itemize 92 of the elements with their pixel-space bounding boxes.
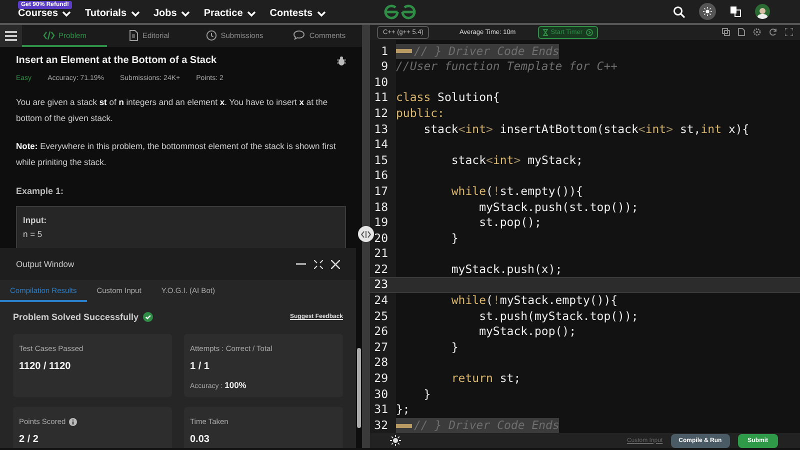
hourglass-icon: [542, 28, 548, 36]
code-line: }: [450, 340, 458, 356]
line-number: 18: [373, 200, 389, 216]
nav-menu-item[interactable]: Practice: [204, 8, 256, 19]
sun-icon: [703, 7, 712, 16]
code-line: while(!myStack.empty()){: [450, 293, 618, 309]
clock-icon: [206, 30, 217, 40]
line-number: 27: [373, 340, 389, 356]
chevron-down-icon: [316, 10, 326, 16]
line-number: 25: [373, 308, 389, 324]
code-line: }: [450, 230, 458, 246]
example-line: n = 5: [23, 228, 44, 241]
code-line: class Solution{: [396, 90, 500, 106]
status-text: Problem Solved Successfully: [13, 312, 139, 322]
stat-value: 1 / 1: [190, 361, 210, 372]
expand-icon[interactable]: [314, 260, 323, 268]
line-number: 32: [373, 418, 389, 434]
line-number: 23: [373, 277, 389, 294]
problem-title: Insert an Element at the Bottom of a Stack: [16, 55, 217, 66]
settings-icon[interactable]: [753, 28, 761, 36]
line-number: 21: [373, 246, 389, 262]
copy-icon[interactable]: [722, 28, 730, 36]
minimize-icon[interactable]: [296, 263, 306, 265]
close-icon[interactable]: [331, 260, 340, 268]
person-icon: [757, 7, 768, 19]
code-line: while(!st.empty()){: [450, 184, 583, 200]
play-icon: [586, 28, 593, 36]
nav-menu-item[interactable]: Courses: [18, 8, 72, 19]
example-line: Input:: [23, 214, 48, 227]
chevron-down-icon: [246, 10, 256, 16]
output-window-title: Output Window: [16, 259, 74, 269]
line-number: 29: [373, 371, 389, 387]
line-number: 1: [380, 44, 389, 60]
line-number: 9: [380, 59, 389, 75]
sun-icon[interactable]: [390, 435, 401, 446]
line-number: 28: [373, 355, 389, 372]
line-number: 19: [373, 215, 389, 231]
line-number: 16: [373, 168, 389, 184]
menu-icon: [5, 31, 17, 41]
example-heading: Example 1:: [16, 186, 65, 196]
menu-button[interactable]: [0, 25, 22, 47]
stat-value: 1120 / 1120: [19, 361, 72, 372]
line-number: 12: [373, 106, 389, 122]
code-icon: [42, 30, 55, 40]
line-number: 17: [373, 184, 389, 200]
file-icon[interactable]: [738, 28, 745, 36]
check-circle-icon: [142, 312, 153, 322]
line-number: 20: [373, 230, 389, 246]
stat-value: 0.03: [190, 434, 210, 445]
line-number: 24: [373, 293, 389, 309]
nav-menu-item[interactable]: Contests: [270, 8, 326, 19]
resize-arrows-icon: [361, 230, 371, 238]
scrollbar[interactable]: [357, 348, 361, 428]
code-line: return st;: [450, 371, 521, 387]
info-icon[interactable]: [68, 418, 77, 426]
problem-paragraph: Note: Everywhere in this problem, the bottommost element of the stack is shown first while priniting the stack.: [16, 140, 337, 169]
code-line: st.pop();: [478, 215, 542, 231]
line-number: 13: [373, 122, 389, 138]
code-line: }: [422, 386, 431, 402]
line-number: 30: [373, 386, 389, 402]
code-line: stack<int> insertAtBottom(stack<int> st,int x){: [422, 122, 750, 138]
line-number: 14: [373, 137, 389, 153]
avatar[interactable]: [755, 4, 770, 19]
comment-icon: [293, 30, 306, 40]
chevron-down-icon: [62, 10, 72, 16]
stat-value: 2 / 2: [19, 434, 40, 445]
logo-icon[interactable]: [384, 3, 416, 21]
code-line: //User function Template for C++: [396, 59, 618, 75]
bug-icon[interactable]: [337, 56, 346, 66]
code-line: stack<int> myStack;: [450, 152, 583, 168]
refresh-icon[interactable]: [769, 28, 777, 36]
line-number: 26: [373, 324, 389, 340]
line-number: 11: [373, 90, 389, 106]
line-number: 31: [373, 402, 389, 418]
theme-toggle[interactable]: [699, 3, 716, 20]
document-icon: [129, 30, 138, 40]
fullscreen-icon[interactable]: [785, 28, 793, 36]
code-line: myStack.push(x);: [450, 262, 562, 278]
search-icon[interactable]: [673, 6, 685, 18]
problem-paragraph: You are given a stack st of n integers and an element x. You have to insert x at the bottom of the given stack.: [16, 96, 329, 125]
nav-menu-item[interactable]: Jobs: [154, 8, 190, 19]
code-line: myStack.pop();: [478, 324, 576, 340]
line-number: 15: [373, 152, 389, 168]
line-number: 10: [373, 74, 389, 90]
code-line: st.push(myStack.top());: [478, 308, 638, 324]
nav-menu-item[interactable]: Tutorials: [85, 8, 140, 19]
code-line: myStack.push(st.top());: [478, 200, 638, 216]
line-number: 22: [373, 262, 389, 278]
code-line: };: [396, 402, 410, 418]
chevron-down-icon: [180, 10, 190, 16]
code-line: public:: [396, 106, 444, 122]
chevron-down-icon: [130, 10, 140, 16]
